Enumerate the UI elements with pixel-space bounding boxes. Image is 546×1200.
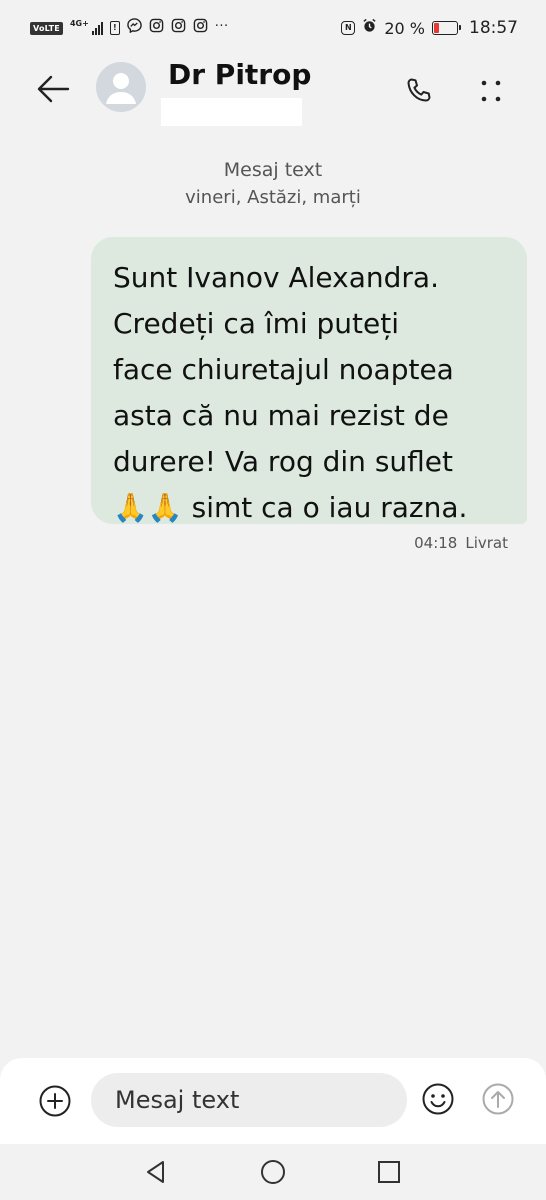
arrow-left-icon <box>37 75 70 103</box>
message-time: 04:18 <box>414 534 458 552</box>
status-bar-right: N 20 % 18:57 <box>341 18 518 38</box>
more-notifications-indicator: ··· <box>214 18 229 34</box>
send-button[interactable] <box>481 1082 515 1116</box>
phone-icon <box>407 78 431 102</box>
back-button[interactable] <box>32 68 74 110</box>
battery-percent: 20 % <box>384 18 425 38</box>
signal-icon <box>91 21 103 35</box>
arrow-up-icon <box>482 1083 514 1115</box>
add-attachment-button[interactable] <box>38 1084 72 1118</box>
nav-home-button[interactable] <box>257 1156 289 1188</box>
instagram-icon <box>193 18 208 38</box>
nfc-icon: N <box>341 21 356 35</box>
messenger-icon <box>127 18 142 38</box>
message-text: Sunt Ivanov Alexandra. Credeți ca îmi pu… <box>113 261 468 524</box>
volte-indicator: VoLTE <box>30 21 63 35</box>
contact-avatar[interactable] <box>96 62 146 112</box>
alarm-icon <box>362 18 377 38</box>
redacted-phone-number <box>161 98 302 126</box>
message-status: Livrat <box>465 534 508 552</box>
network-type: 4G+ <box>69 18 89 28</box>
smiley-icon <box>422 1083 454 1115</box>
more-vertical-icon <box>481 80 501 102</box>
contact-name[interactable]: Dr Pitrop <box>168 58 311 91</box>
conversation-header: Dr Pitrop <box>0 56 546 132</box>
plus-circle-icon <box>39 1085 71 1117</box>
clock: 18:57 <box>469 18 518 38</box>
battery-level <box>434 23 439 33</box>
status-bar: VoLTE 4G+ ! ··· N 20 % 18:57 <box>0 0 546 56</box>
triangle-back-icon <box>147 1161 164 1183</box>
sent-message-bubble[interactable]: Sunt Ivanov Alexandra. Credeți ca îmi pu… <box>91 237 527 524</box>
emoji-button[interactable] <box>421 1082 455 1116</box>
messaging-screen: VoLTE 4G+ ! ··· N 20 % 18:57 Dr Pitrop M… <box>0 0 546 1200</box>
person-icon <box>106 73 136 104</box>
message-composer <box>0 1058 546 1144</box>
instagram-icon <box>149 18 164 38</box>
square-recents-icon <box>378 1161 400 1183</box>
message-meta: 04:18 Livrat <box>414 534 508 552</box>
nav-recents-button[interactable] <box>373 1156 405 1188</box>
message-input[interactable] <box>91 1073 407 1127</box>
conversation-dates: vineri, Astăzi, marți <box>185 187 361 208</box>
sim-alert-icon: ! <box>109 21 120 35</box>
system-navigation-bar <box>0 1144 546 1200</box>
message-type-label: Mesaj text <box>223 159 323 181</box>
call-button[interactable] <box>398 70 440 112</box>
conversation-info: Mesaj text vineri, Astăzi, marți <box>0 156 546 212</box>
status-bar-left: VoLTE 4G+ ! ··· <box>30 18 229 38</box>
more-options-button[interactable] <box>470 70 512 112</box>
battery-icon <box>432 21 461 35</box>
instagram-icon <box>171 18 186 38</box>
nav-back-button[interactable] <box>140 1156 172 1188</box>
circle-home-icon <box>261 1160 285 1184</box>
